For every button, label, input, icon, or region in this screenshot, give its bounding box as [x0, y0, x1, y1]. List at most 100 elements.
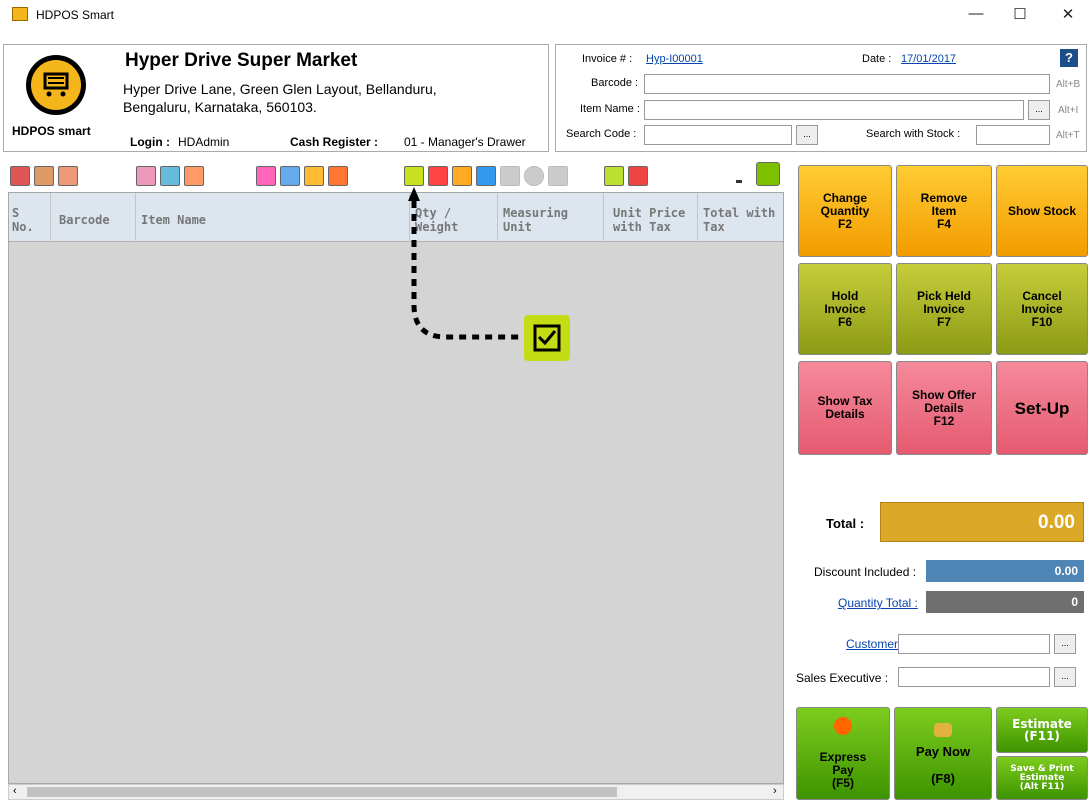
search-stock-input[interactable]: [976, 125, 1050, 145]
sales-executive-input[interactable]: [898, 667, 1050, 687]
search-code-browse-button[interactable]: ...: [796, 125, 818, 145]
estimate-button[interactable]: Estimate (F11): [996, 707, 1088, 753]
col-divider: [50, 193, 51, 242]
calculator-icon[interactable]: [604, 166, 624, 186]
date-label: Date :: [862, 53, 892, 65]
show-tax-details-button[interactable]: Show Tax Details: [798, 361, 892, 455]
quantity-total-link[interactable]: Quantity Total :: [838, 596, 918, 610]
settings-gear-icon[interactable]: [756, 162, 780, 186]
print-report-icon[interactable]: [58, 166, 78, 186]
item-name-input[interactable]: [644, 100, 1024, 120]
grid-header: S No. Barcode Item Name Qty / Weight Mea…: [9, 193, 783, 242]
customer-browse-button[interactable]: ...: [1054, 634, 1076, 654]
close-button[interactable]: ✕: [1058, 5, 1078, 23]
overflow-icon[interactable]: [736, 180, 742, 186]
show-stock-button[interactable]: Show Stock: [996, 165, 1088, 257]
scroll-left-icon[interactable]: ‹: [13, 785, 17, 797]
toolbar: [0, 158, 790, 190]
coins-icon: [934, 722, 952, 737]
cancel-invoice-button[interactable]: Cancel Invoice F10: [996, 263, 1088, 355]
item-grid[interactable]: [8, 192, 784, 784]
edit-icon[interactable]: [136, 166, 156, 186]
logo-text: HDPOS smart: [12, 124, 91, 138]
date-link[interactable]: 17/01/2017: [901, 53, 956, 65]
window-title: HDPOS Smart: [36, 8, 115, 22]
express-pay-button[interactable]: Express Pay (F5): [796, 707, 890, 800]
col-item-name[interactable]: Item Name: [141, 213, 206, 227]
store-address: Hyper Drive Lane, Green Glen Layout, Bel…: [123, 80, 523, 116]
hold-invoice-button[interactable]: Hold Invoice F6: [798, 263, 892, 355]
pay-now-button[interactable]: Pay Now (F8): [894, 707, 992, 800]
barcode-input[interactable]: [644, 74, 1050, 94]
report-icon[interactable]: [10, 166, 30, 186]
invoice-number-link[interactable]: Hyp-I00001: [646, 53, 703, 65]
check-icon[interactable]: [404, 166, 424, 186]
customer-link[interactable]: Customer :: [846, 637, 905, 651]
key-icon[interactable]: [256, 166, 276, 186]
sales-report-icon[interactable]: [34, 166, 54, 186]
pay-now-label: Pay Now: [915, 743, 971, 759]
horizontal-scrollbar[interactable]: ‹ ›: [8, 784, 784, 800]
minimize-button[interactable]: —: [966, 5, 986, 22]
maximize-button[interactable]: ☐: [1010, 5, 1030, 23]
pay-now-key: (F8): [931, 770, 955, 786]
remove-item-button[interactable]: Remove Item F4: [896, 165, 992, 257]
express-pay-icon: [834, 717, 852, 735]
search-code-input[interactable]: [644, 125, 792, 145]
store-name: Hyper Drive Super Market: [125, 50, 358, 71]
search-stock-shortcut: Alt+T: [1056, 130, 1080, 141]
col-sno[interactable]: S No.: [12, 206, 34, 234]
search-code-label: Search Code :: [566, 128, 637, 140]
tutorial-arrow: [408, 187, 536, 345]
cart-icon[interactable]: [160, 166, 180, 186]
refresh-icon[interactable]: [476, 166, 496, 186]
app-icon: [12, 7, 28, 21]
quantity-total-value: 0: [926, 591, 1084, 613]
disabled-close-icon: [548, 166, 568, 186]
disabled-circle-icon: [524, 166, 544, 186]
discount-label: Discount Included :: [814, 565, 917, 579]
total-value: 0.00: [880, 502, 1084, 542]
address-line-1: Hyper Drive Lane, Green Glen Layout, Bel…: [123, 81, 437, 97]
col-divider: [697, 193, 698, 242]
show-offer-details-button[interactable]: Show Offer Details F12: [896, 361, 992, 455]
title-bar: HDPOS Smart — ☐ ✕: [0, 0, 1088, 30]
search-stock-label: Search with Stock :: [866, 128, 961, 140]
setup-button[interactable]: Set-Up: [996, 361, 1088, 455]
barcode-shortcut: Alt+B: [1056, 79, 1081, 90]
login-label: Login :: [130, 135, 170, 149]
col-unit-price[interactable]: Unit Price with Tax: [613, 206, 685, 234]
keypad-icon[interactable]: [628, 166, 648, 186]
list-icon: [500, 166, 520, 186]
register-label: Cash Register :: [290, 135, 379, 149]
scroll-thumb[interactable]: [27, 787, 617, 797]
login-value: HDAdmin: [178, 135, 230, 149]
col-total-tax[interactable]: Total with Tax: [703, 206, 775, 234]
invoice-label: Invoice # :: [582, 53, 633, 65]
register-value: 01 - Manager's Drawer: [404, 135, 526, 149]
item-name-browse-button[interactable]: ...: [1028, 100, 1050, 120]
discount-value: 0.00: [926, 560, 1084, 582]
stack-icon[interactable]: [280, 166, 300, 186]
save-print-estimate-button[interactable]: Save & Print Estimate (Alt F11): [996, 756, 1088, 800]
barcode-label: Barcode :: [591, 77, 639, 89]
change-quantity-button[interactable]: Change Quantity F2: [798, 165, 892, 257]
col-barcode[interactable]: Barcode: [59, 213, 110, 227]
total-label: Total :: [826, 516, 865, 531]
express-pay-label: Express Pay (F5): [819, 750, 867, 790]
sync-icon[interactable]: [452, 166, 472, 186]
item-name-label: Item Name :: [580, 103, 640, 115]
item-name-shortcut: Alt+I: [1058, 105, 1079, 116]
col-divider: [135, 193, 136, 242]
help-icon[interactable]: ?: [1060, 49, 1078, 67]
scroll-right-icon[interactable]: ›: [773, 785, 777, 797]
return-icon[interactable]: [328, 166, 348, 186]
customer-input[interactable]: [898, 634, 1050, 654]
export-icon[interactable]: [184, 166, 204, 186]
pin-icon[interactable]: [428, 166, 448, 186]
highlighted-check-icon: [524, 315, 570, 361]
sales-executive-browse-button[interactable]: ...: [1054, 667, 1076, 687]
note-icon[interactable]: [304, 166, 324, 186]
pick-held-invoice-button[interactable]: Pick Held Invoice F7: [896, 263, 992, 355]
address-line-2: Bengaluru, Karnataka, 560103.: [123, 99, 317, 115]
